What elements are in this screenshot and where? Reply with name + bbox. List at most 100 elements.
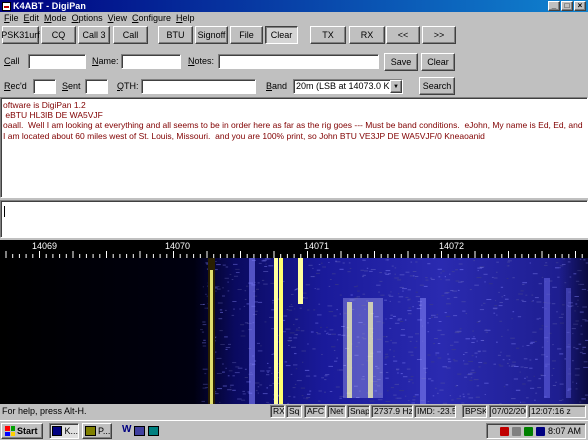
noise-speck [316, 269, 321, 271]
noise-speck [503, 295, 506, 296]
noise-speck [538, 378, 541, 380]
tray-icon[interactable] [523, 426, 533, 436]
noise-speck [302, 361, 304, 363]
btu-button[interactable]: BTU [158, 26, 193, 44]
noise-speck [336, 309, 338, 311]
quicklaunch-app-icon[interactable] [148, 426, 159, 436]
noise-speck [401, 329, 405, 330]
noise-speck [431, 278, 435, 280]
noise-speck [399, 320, 404, 322]
noise-speck [435, 352, 440, 354]
rx-button[interactable]: RX [349, 26, 385, 44]
menu-configure[interactable]: Configure [131, 13, 175, 23]
signal-trace [279, 258, 283, 404]
noise-speck [243, 305, 246, 307]
noise-speck [216, 357, 222, 359]
noise-speck [217, 302, 223, 304]
close-icon[interactable]: × [574, 1, 586, 11]
quicklaunch-app-icon[interactable] [134, 426, 145, 436]
noise-speck [328, 311, 334, 313]
scale-label: 14069 [32, 241, 58, 251]
recd-field[interactable] [33, 79, 56, 94]
prev-button[interactable]: << [386, 26, 420, 44]
noise-speck [217, 288, 221, 290]
taskbar: Start K... P... W 8:07 AM [0, 420, 588, 440]
status-mode[interactable]: BPSK [462, 405, 487, 418]
call3-button[interactable]: Call 3 [78, 26, 110, 44]
next-button[interactable]: >> [422, 26, 456, 44]
noise-speck [524, 377, 526, 379]
noise-speck [385, 372, 389, 373]
noise-speck [417, 258, 423, 260]
menu-view[interactable]: View [107, 13, 131, 23]
menu-edit[interactable]: Edit [23, 13, 44, 23]
transmit-pane[interactable] [0, 200, 588, 238]
task-digipan[interactable]: K... [49, 423, 79, 439]
noise-speck [500, 351, 502, 353]
tray-icon[interactable] [499, 426, 509, 436]
noise-speck [204, 373, 207, 375]
signoff-button[interactable]: Signoff [195, 26, 228, 44]
noise-speck [266, 387, 268, 389]
word-quicklaunch-icon[interactable]: W [122, 424, 131, 435]
menu-help[interactable]: Help [175, 13, 199, 23]
noise-speck [407, 310, 412, 312]
band-select[interactable]: 20m (LSB at 14073.0 KHz) ▼ [293, 79, 403, 94]
noise-speck [269, 384, 273, 386]
noise-speck [400, 334, 406, 336]
menu-mode[interactable]: Mode [43, 13, 71, 23]
menu-file[interactable]: File [3, 13, 23, 23]
noise-speck [349, 268, 352, 269]
noise-speck [555, 381, 557, 383]
receive-pane[interactable]: oftware is DigiPan 1.2 eBTU HL3IB DE WA5… [0, 97, 588, 198]
noise-speck [453, 296, 458, 298]
call-field[interactable] [28, 54, 86, 69]
noise-speck [267, 362, 269, 364]
search-button[interactable]: Search [419, 77, 455, 95]
maximize-icon[interactable]: □ [561, 1, 573, 11]
noise-speck [557, 276, 560, 278]
noise-speck [483, 273, 488, 275]
noise-speck [405, 296, 409, 298]
status-afc[interactable]: AFC [304, 405, 326, 418]
notes-field[interactable] [218, 54, 379, 69]
clear-log-button[interactable]: Clear [421, 53, 455, 71]
frequency-scale[interactable]: 14069 14070 14071 14072 [0, 240, 588, 258]
chevron-down-icon[interactable]: ▼ [390, 80, 402, 93]
task-label: K... [64, 426, 78, 436]
title-bar[interactable]: K4ABT - DigiPan _ □ × [0, 0, 588, 12]
cq-button[interactable]: CQ [41, 26, 76, 44]
tx-button[interactable]: TX [310, 26, 346, 44]
noise-speck [237, 367, 243, 369]
speaker-icon[interactable] [535, 426, 545, 436]
noise-speck [246, 303, 250, 305]
noise-speck [316, 288, 320, 290]
noise-speck [572, 333, 574, 335]
save-button[interactable]: Save [384, 53, 418, 71]
psk31urf-button[interactable]: PSK31urf [1, 26, 40, 44]
receive-line: oftware is DigiPan 1.2 [3, 100, 86, 110]
noise-speck [362, 274, 366, 276]
menu-options[interactable]: Options [71, 13, 107, 23]
start-button[interactable]: Start [1, 423, 43, 439]
tray-icon[interactable] [511, 426, 521, 436]
noise-speck [393, 394, 397, 396]
name-field[interactable] [121, 54, 181, 69]
file-button[interactable]: File [230, 26, 263, 44]
noise-speck [364, 270, 369, 272]
call-button[interactable]: Call [113, 26, 148, 44]
status-net[interactable]: Net [327, 405, 346, 418]
qth-field[interactable] [141, 79, 256, 94]
noise-speck [370, 269, 376, 270]
status-squelch[interactable]: Sq [286, 405, 302, 418]
waterfall-display[interactable] [0, 258, 588, 404]
noise-speck [527, 380, 532, 382]
clear-button[interactable]: Clear [265, 26, 298, 44]
noise-speck [335, 284, 339, 285]
sent-field[interactable] [85, 79, 108, 94]
minimize-icon[interactable]: _ [548, 1, 560, 11]
status-snap[interactable]: Snap [347, 405, 370, 418]
noise-speck [506, 278, 509, 279]
task-other[interactable]: P... [82, 423, 112, 439]
noise-speck [394, 277, 399, 279]
